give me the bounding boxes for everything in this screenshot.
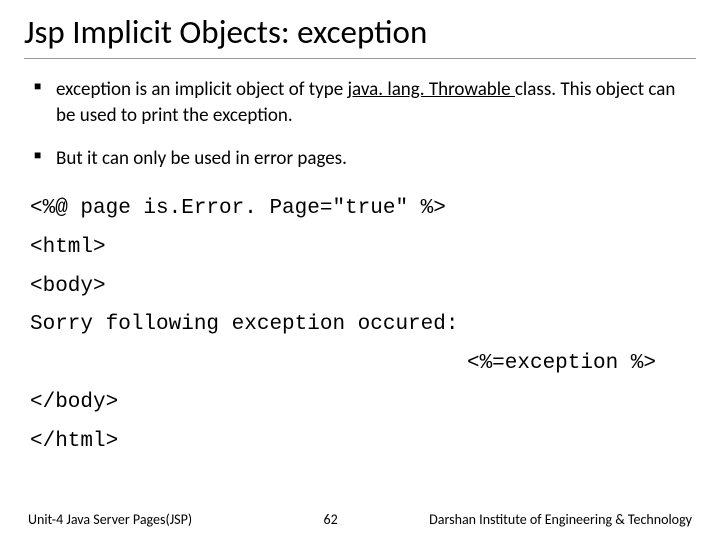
footer: Unit-4 Java Server Pages(JSP) 62 Darshan… [0, 511, 720, 528]
code-line: </html> [30, 423, 696, 462]
code-line: <%@ page is.Error. Page="true" %> [30, 190, 696, 229]
bullet-text-pre: But it can only be used in error pages. [56, 147, 347, 170]
code-line: <%=exception %> [30, 345, 696, 384]
code-line: <html> [30, 229, 696, 268]
bullet-text-underlined: java. lang. Throwable [348, 78, 515, 101]
footer-page-number: 62 [192, 511, 429, 528]
bullet-list: exception is an implicit object of type … [34, 77, 696, 172]
bullet-text-pre: exception is an implicit object of type [56, 78, 348, 101]
code-line: </body> [30, 384, 696, 423]
bullet-item: But it can only be used in error pages. [34, 146, 696, 172]
footer-institute: Darshan Institute of Engineering & Techn… [429, 511, 692, 528]
slide: Jsp Implicit Objects: exception exceptio… [0, 0, 720, 462]
code-line: <body> [30, 268, 696, 307]
footer-unit: Unit-4 Java Server Pages(JSP) [28, 511, 192, 528]
code-line: Sorry following exception occured: [30, 306, 696, 345]
code-block: <%@ page is.Error. Page="true" %> <html>… [30, 190, 696, 462]
slide-title: Jsp Implicit Objects: exception [24, 12, 696, 59]
bullet-item: exception is an implicit object of type … [34, 77, 696, 128]
